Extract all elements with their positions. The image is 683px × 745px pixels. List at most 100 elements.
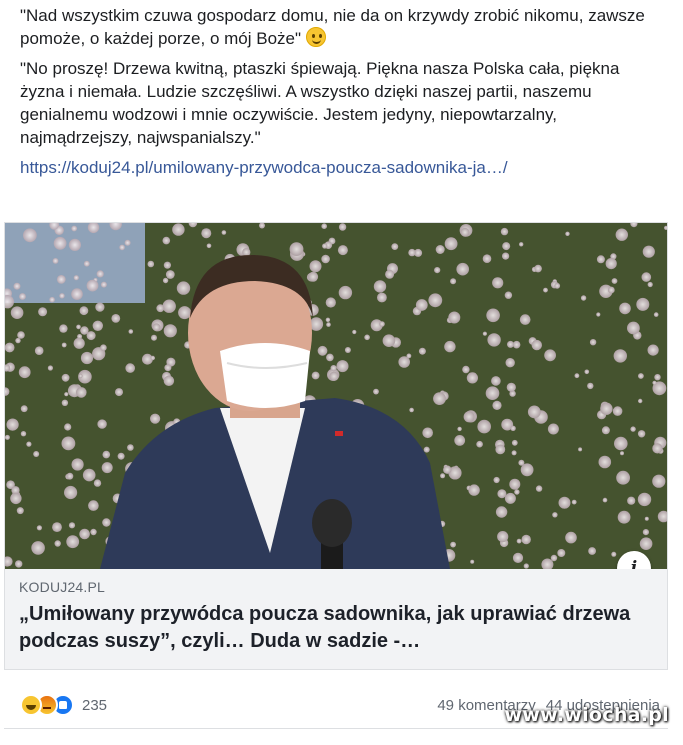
link-preview-card[interactable]: i KODUJ24.PL „Umiłowany przywódca poucza… xyxy=(4,222,668,670)
blossom-dot xyxy=(162,236,171,245)
blossom-dot xyxy=(500,227,509,236)
blossom-dot xyxy=(565,231,570,236)
blossom-dot xyxy=(605,258,617,270)
blossom-dot xyxy=(373,280,387,293)
blossom-dot xyxy=(78,373,83,379)
blossom-dot xyxy=(584,369,590,375)
blossom-dot xyxy=(485,386,500,400)
blossom-dot xyxy=(652,443,663,454)
blossom-dot xyxy=(627,496,636,505)
blossom-dot xyxy=(325,297,336,308)
blossom-dot xyxy=(38,307,48,317)
blossom-dot xyxy=(450,278,457,285)
divider xyxy=(4,728,668,729)
blossom-dot xyxy=(19,293,26,300)
blossom-dot xyxy=(507,340,514,348)
blossom-dot xyxy=(73,275,79,281)
blossom-dot xyxy=(531,339,542,351)
blossom-dot xyxy=(172,223,185,236)
blossom-dot xyxy=(552,512,558,518)
blossom-dot xyxy=(56,275,66,284)
blossom-dot xyxy=(614,436,628,451)
blossom-dot xyxy=(504,291,513,299)
blossom-dot xyxy=(100,281,107,288)
blossom-dot xyxy=(336,360,349,373)
blossom-dot xyxy=(92,320,104,331)
blossom-dot xyxy=(647,344,659,356)
article-photo[interactable] xyxy=(5,223,667,569)
blossom-dot xyxy=(76,387,87,398)
blossom-dot xyxy=(101,462,113,474)
blossom-dot xyxy=(321,254,330,264)
blossom-dot xyxy=(588,547,596,555)
blossom-dot xyxy=(493,476,500,484)
blossom-dot xyxy=(476,440,483,448)
blossom-dot xyxy=(10,306,24,319)
blossom-dot xyxy=(641,272,652,282)
reaction-icons[interactable] xyxy=(20,694,74,716)
blossom-dot xyxy=(535,485,543,492)
watermark: www.wiocha.pl xyxy=(504,704,669,726)
blossom-dot xyxy=(326,353,334,362)
blossom-dot xyxy=(544,349,556,362)
blossom-dot xyxy=(444,237,458,251)
blossom-dot xyxy=(495,506,508,518)
blossom-dot xyxy=(550,554,558,562)
blossom-dot xyxy=(20,405,28,413)
blossom-dot xyxy=(615,228,628,241)
blossom-dot xyxy=(150,355,155,361)
blossom-dot xyxy=(321,223,328,229)
blossom-dot xyxy=(152,323,161,332)
blossom-dot xyxy=(6,418,19,431)
blossom-dot xyxy=(373,388,379,395)
blossom-dot xyxy=(83,260,90,267)
blossom-dot xyxy=(448,311,461,324)
haha-icon[interactable] xyxy=(20,694,42,716)
blossom-dot xyxy=(5,434,10,440)
blossom-dot xyxy=(164,364,172,372)
blossom-dot xyxy=(497,531,509,543)
blossom-dot xyxy=(128,329,134,334)
blossom-dot xyxy=(163,324,177,338)
blossom-dot xyxy=(379,321,385,327)
blossom-dot xyxy=(329,371,339,381)
blossom-dot xyxy=(97,419,107,429)
blossom-dot xyxy=(34,346,44,355)
blossom-dot xyxy=(509,478,521,490)
blossom-dot xyxy=(52,258,59,264)
blossom-dot xyxy=(617,510,631,524)
card-headline[interactable]: „Umiłowany przywódca poucza sadownika, j… xyxy=(19,601,653,655)
blossom-dot xyxy=(611,278,618,284)
blossom-dot xyxy=(520,463,534,477)
blossom-dot xyxy=(491,376,501,386)
blossom-dot xyxy=(627,321,640,335)
card-meta[interactable]: KODUJ24.PL „Umiłowany przywódca poucza s… xyxy=(5,569,667,669)
blossom-dot xyxy=(162,299,176,313)
blossom-dot xyxy=(79,528,90,540)
blossom-dot xyxy=(100,344,107,351)
blossom-dot xyxy=(477,419,492,434)
blossom-dot xyxy=(330,365,337,372)
blossom-dot xyxy=(178,306,192,320)
blossom-dot xyxy=(61,342,67,348)
blossom-dot xyxy=(557,549,566,557)
blossom-dot xyxy=(457,426,462,432)
article-link[interactable]: https://koduj24.pl/umilowany-przywodca-p… xyxy=(20,156,660,179)
blossom-dot xyxy=(600,402,613,415)
blossom-dot xyxy=(5,342,15,353)
blossom-dot xyxy=(61,373,70,382)
blossom-dot xyxy=(147,260,155,268)
blossom-dot xyxy=(514,489,520,495)
blossom-dot xyxy=(486,308,500,323)
blossom-dot xyxy=(23,228,37,243)
card-domain: KODUJ24.PL xyxy=(19,579,106,595)
blossom-dot xyxy=(76,324,81,330)
blossom-dot xyxy=(516,538,522,544)
reaction-count[interactable]: 235 xyxy=(82,697,107,714)
blossom-dot xyxy=(96,270,104,278)
blossom-dot xyxy=(289,242,304,256)
blossom-dot xyxy=(440,473,446,479)
blossom-dot xyxy=(502,242,511,251)
blossom-dot xyxy=(20,431,27,437)
blossom-dot xyxy=(642,245,655,258)
